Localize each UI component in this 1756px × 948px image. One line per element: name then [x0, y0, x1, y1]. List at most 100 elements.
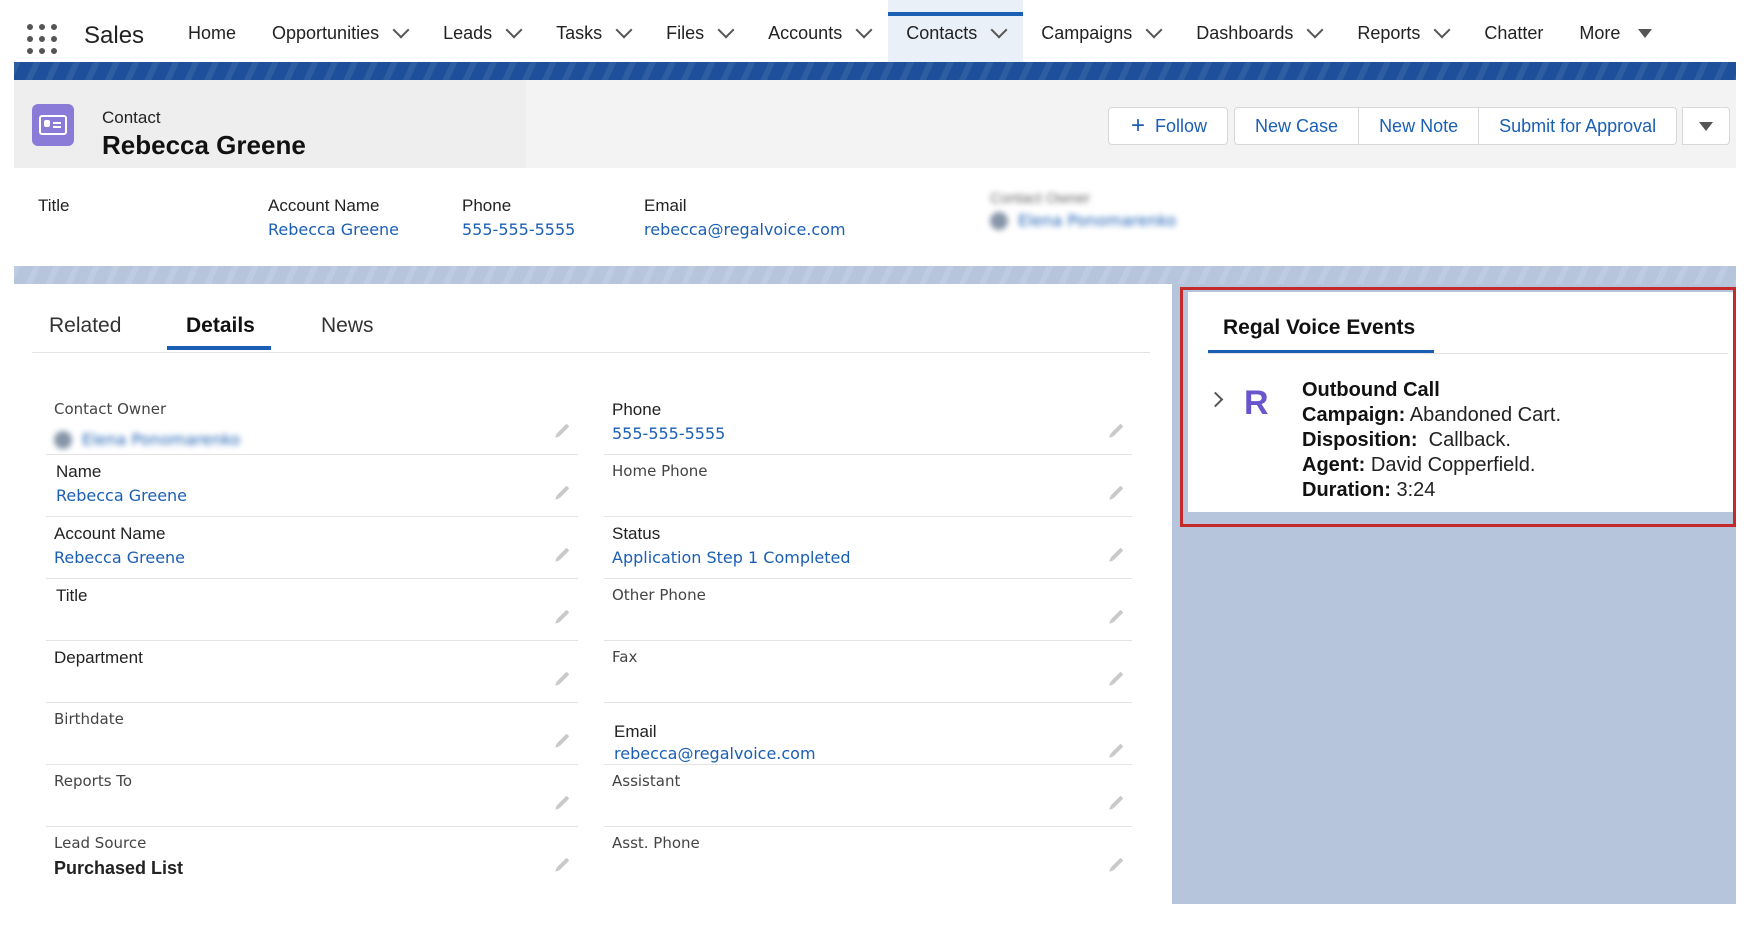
field-contact-owner: Contact Owner Elena Ponomarenko	[46, 394, 578, 455]
more-actions-button[interactable]	[1682, 107, 1731, 145]
chevron-down-icon[interactable]	[505, 21, 523, 39]
chevron-down-icon[interactable]	[1145, 21, 1163, 39]
nav-item-tasks[interactable]: Tasks	[538, 0, 648, 66]
nav-item-dashboards[interactable]: Dashboards	[1178, 0, 1339, 66]
field-name: Name Rebecca Greene	[46, 456, 578, 517]
highlight-title: Title	[38, 196, 70, 215]
contact-owner-link[interactable]: Elena Ponomarenko	[54, 430, 240, 449]
edit-status-icon[interactable]	[1110, 547, 1124, 561]
edit-home-phone-icon[interactable]	[1110, 485, 1124, 499]
record-actions: + Follow New Case New Note Submit for App…	[1108, 107, 1731, 145]
active-tab-indicator	[167, 346, 271, 350]
highlight-box	[1180, 287, 1736, 527]
nav-items: Home Opportunities Leads Tasks Files Accounts…	[170, 0, 1670, 66]
record-header: Contact Rebecca Greene + Follow New Case …	[14, 80, 1736, 168]
field-asst-phone: Asst. Phone	[604, 828, 1132, 888]
nav-item-label: Home	[188, 22, 237, 43]
contact-icon	[32, 104, 74, 146]
nav-item-label: Files	[666, 22, 705, 43]
nav-item-label: Tasks	[556, 22, 603, 43]
edit-phone-icon[interactable]	[1110, 423, 1124, 437]
nav-item-label: Dashboards	[1196, 22, 1294, 43]
owner-avatar-icon	[54, 430, 72, 449]
field-title: Title	[46, 580, 578, 641]
tab-news[interactable]: News	[321, 314, 374, 338]
nav-item-home[interactable]: Home	[170, 0, 254, 66]
nav-item-leads[interactable]: Leads	[425, 0, 538, 66]
new-case-button[interactable]: New Case	[1234, 107, 1360, 145]
nav-item-chatter[interactable]: Chatter	[1466, 0, 1561, 66]
tab-related[interactable]: Related	[49, 314, 121, 338]
field-email: Email rebecca@regalvoice.com	[604, 704, 1132, 765]
phone-link[interactable]: 555-555-5555	[612, 424, 725, 443]
highlight-account-link[interactable]: Rebecca Greene	[268, 220, 399, 239]
edit-department-icon[interactable]	[556, 671, 570, 685]
new-note-button[interactable]: New Note	[1358, 107, 1480, 145]
field-fax: Fax	[604, 642, 1132, 703]
edit-account-icon[interactable]	[556, 547, 570, 561]
highlight-owner: Contact Owner Elena Ponomarenko	[990, 190, 1177, 230]
edit-other-phone-icon[interactable]	[1110, 609, 1124, 623]
follow-button[interactable]: + Follow	[1108, 107, 1229, 145]
edit-lead-source-icon[interactable]	[556, 857, 570, 871]
chevron-down-icon[interactable]	[1306, 21, 1324, 39]
dropdown-triangle-icon	[1699, 121, 1714, 131]
field-department: Department	[46, 642, 578, 703]
nav-item-label: Reports	[1357, 22, 1421, 43]
edit-title-icon[interactable]	[556, 609, 570, 623]
status-value[interactable]: Application Step 1 Completed	[612, 548, 851, 567]
brand-banner	[14, 62, 1736, 80]
nav-item-label: Accounts	[768, 22, 843, 43]
chevron-down-icon[interactable]	[990, 21, 1008, 39]
record-name: Rebecca Greene	[102, 130, 306, 160]
edit-assistant-icon[interactable]	[1110, 795, 1124, 809]
nav-item-contacts[interactable]: Contacts	[888, 0, 1024, 66]
edit-birthdate-icon[interactable]	[556, 733, 570, 747]
edit-name-icon[interactable]	[556, 485, 570, 499]
nav-item-campaigns[interactable]: Campaigns	[1023, 0, 1178, 66]
edit-fax-icon[interactable]	[1110, 671, 1124, 685]
chevron-down-icon[interactable]	[615, 21, 633, 39]
highlight-email-link[interactable]: rebecca@regalvoice.com	[644, 220, 846, 239]
field-status: Status Application Step 1 Completed	[604, 518, 1132, 579]
app-launcher-icon[interactable]	[27, 24, 57, 54]
field-reports-to: Reports To	[46, 766, 578, 827]
nav-item-label: Contacts	[906, 22, 978, 43]
nav-item-files[interactable]: Files	[648, 0, 750, 66]
global-nav: Sales Home Opportunities Leads Tasks Files Ac…	[0, 0, 1756, 66]
edit-asst-phone-icon[interactable]	[1110, 857, 1124, 871]
tab-details[interactable]: Details	[186, 314, 255, 338]
change-owner-icon[interactable]	[556, 423, 570, 437]
nav-item-label: Leads	[443, 22, 493, 43]
field-phone: Phone 555-555-5555	[604, 394, 1132, 455]
account-name-link[interactable]: Rebecca Greene	[54, 548, 185, 567]
lead-source-value: Purchased List	[54, 858, 184, 878]
chevron-down-icon[interactable]	[855, 21, 873, 39]
edit-reports-to-icon[interactable]	[556, 795, 570, 809]
nav-item-label: More	[1579, 22, 1621, 43]
nav-item-accounts[interactable]: Accounts	[750, 0, 888, 66]
nav-item-label: Chatter	[1484, 22, 1544, 43]
highlight-phone: Phone 555-555-5555	[462, 196, 576, 239]
email-link[interactable]: rebecca@regalvoice.com	[614, 744, 816, 763]
submit-for-approval-button[interactable]: Submit for Approval	[1478, 107, 1678, 145]
owner-avatar	[990, 211, 1008, 230]
plus-icon: +	[1131, 112, 1146, 139]
nav-item-label: Opportunities	[272, 22, 380, 43]
nav-item-label: Campaigns	[1041, 22, 1133, 43]
highlight-account: Account Name Rebecca Greene	[268, 196, 400, 239]
dropdown-triangle-icon[interactable]	[1638, 28, 1653, 38]
field-account-name: Account Name Rebecca Greene	[46, 518, 578, 579]
nav-item-reports[interactable]: Reports	[1339, 0, 1466, 66]
nav-item-opportunities[interactable]: Opportunities	[254, 0, 425, 66]
nav-item-more[interactable]: More	[1561, 0, 1670, 66]
name-link[interactable]: Rebecca Greene	[56, 486, 187, 505]
edit-email-icon[interactable]	[1110, 743, 1124, 757]
chevron-down-icon[interactable]	[1433, 21, 1451, 39]
chevron-down-icon[interactable]	[717, 21, 735, 39]
highlight-phone-link[interactable]: 555-555-5555	[462, 220, 575, 239]
record-tabs: Related Details News	[32, 292, 1150, 353]
app-name: Sales	[84, 22, 145, 49]
field-home-phone: Home Phone	[604, 456, 1132, 517]
chevron-down-icon[interactable]	[392, 21, 410, 39]
